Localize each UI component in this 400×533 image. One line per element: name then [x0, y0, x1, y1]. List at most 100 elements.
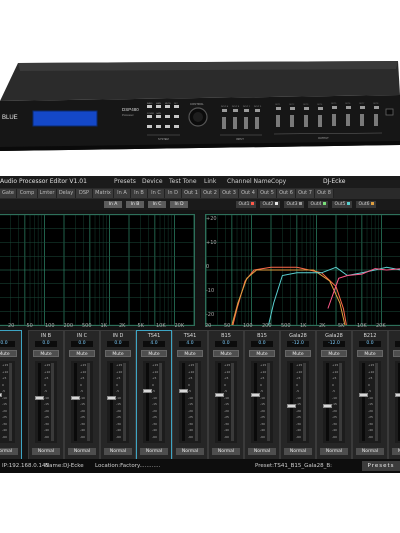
channel-gain-value[interactable]: 4.0: [179, 341, 201, 347]
channel-mute-button[interactable]: Mute: [321, 350, 347, 357]
channel-mode-button[interactable]: Normal: [104, 448, 132, 455]
channel-gain-value[interactable]: 0.0: [395, 341, 400, 347]
channel-mute-button[interactable]: Mute: [249, 350, 275, 357]
presets-button[interactable]: Presets: [362, 461, 400, 471]
channel-mute-button[interactable]: Mute: [393, 350, 400, 357]
channel-mode-button[interactable]: Normal: [0, 448, 18, 455]
output-select-5[interactable]: Out5: [332, 201, 352, 208]
channel-mode-button[interactable]: Normal: [140, 448, 168, 455]
menu-copy[interactable]: Copy: [271, 178, 286, 185]
output-select-1[interactable]: Out1: [236, 201, 256, 208]
fader-track[interactable]: [38, 363, 41, 441]
fader-track[interactable]: [218, 363, 221, 441]
channel-strip[interactable]: 0.0 Mute +15 +10 +5 0 -5 -10 -15 -20 -25 -30 -40 -60 N…: [0, 330, 22, 460]
tab-out-4[interactable]: Out 4: [239, 189, 258, 198]
channel-strip[interactable]: TS41 4.0 Mute +15 +10 +5 0 -5 -10 -15 -20 -25 -30 -40…: [136, 330, 172, 460]
channel-mode-button[interactable]: Normal: [68, 448, 96, 455]
channel-gain-value[interactable]: 0.0: [35, 341, 57, 347]
channel-mute-button[interactable]: Mute: [0, 350, 17, 357]
channel-mute-button[interactable]: Mute: [213, 350, 239, 357]
channel-strip[interactable]: Gala28 -12.0 Mute +15 +10 +5 0 -5 -10 -15 -20 -25 -3…: [280, 330, 316, 460]
channel-mode-button[interactable]: Normal: [284, 448, 312, 455]
channel-mute-button[interactable]: Mute: [285, 350, 311, 357]
tab-dsp[interactable]: DSP: [76, 189, 93, 198]
fader-handle[interactable]: [323, 403, 332, 408]
fader-track[interactable]: [146, 363, 149, 441]
channel-gain-value[interactable]: 0.0: [107, 341, 129, 347]
channel-strip[interactable]: Gala28 -12.0 Mute +15 +10 +5 0 -5 -10 -15 -20 -25 -3…: [316, 330, 352, 460]
channel-mode-button[interactable]: Normal: [176, 448, 204, 455]
fader-handle[interactable]: [359, 392, 368, 397]
fader-handle[interactable]: [35, 396, 44, 401]
tab-out-2[interactable]: Out 2: [201, 189, 220, 198]
fader-track[interactable]: [326, 363, 329, 441]
tab-out-7[interactable]: Out 7: [296, 189, 315, 198]
channel-mute-button[interactable]: Mute: [141, 350, 167, 357]
channel-mode-button[interactable]: Normal: [248, 448, 276, 455]
channel-mute-button[interactable]: Mute: [357, 350, 383, 357]
fader-handle[interactable]: [215, 392, 224, 397]
fader-handle[interactable]: [395, 392, 400, 397]
tab-out-6[interactable]: Out 6: [277, 189, 296, 198]
channel-mode-button[interactable]: Normal: [320, 448, 348, 455]
tab-out-8[interactable]: Out 8: [315, 189, 334, 198]
channel-gain-value[interactable]: 0.0: [0, 341, 15, 347]
fader-track[interactable]: [110, 363, 113, 441]
channel-strip[interactable]: TS41 4.0 Mute +15 +10 +5 0 -5 -10 -15 -20 -25 -30 -40…: [172, 330, 208, 460]
tab-out-3[interactable]: Out 3: [220, 189, 239, 198]
channel-gain-value[interactable]: 0.0: [251, 341, 273, 347]
output-select-6[interactable]: Out6: [356, 201, 376, 208]
output-select-4[interactable]: Out4: [308, 201, 328, 208]
tab-comp[interactable]: Comp: [17, 189, 38, 198]
output-select-2[interactable]: Out2: [260, 201, 280, 208]
channel-strip[interactable]: B15 0.0 Mute +15 +10 +5 0 -5 -10 -15 -20 -25 -30 -40 -…: [244, 330, 280, 460]
fader-track[interactable]: [74, 363, 77, 441]
channel-mute-button[interactable]: Mute: [69, 350, 95, 357]
menu-test-tone[interactable]: Test Tone: [169, 178, 197, 185]
channel-strip[interactable]: B2 0.0 Mute +15+10+50-5-10-15-20-25-30-40-6…: [388, 330, 400, 460]
channel-strip[interactable]: IN C 0.0 Mute +15 +10 +5 0 -5 -10 -15 -20 -25 -30 -40…: [64, 330, 100, 460]
channel-gain-value[interactable]: -12.0: [287, 341, 309, 347]
menu-channel-name[interactable]: Channel Name: [227, 178, 271, 185]
input-select-d[interactable]: In D: [170, 201, 188, 208]
fader-handle[interactable]: [71, 396, 80, 401]
tab-matrix[interactable]: Matrix: [93, 189, 114, 198]
tab-out-5[interactable]: Out 5: [258, 189, 277, 198]
channel-mute-button[interactable]: Mute: [33, 350, 59, 357]
output-select-3[interactable]: Out3: [284, 201, 304, 208]
channel-strip[interactable]: IN D 0.0 Mute +15 +10 +5 0 -5 -10 -15 -20 -25 -30 -40…: [100, 330, 136, 460]
input-select-c[interactable]: In C: [148, 201, 166, 208]
input-response-graph[interactable]: [0, 214, 195, 326]
fader-track[interactable]: [362, 363, 365, 441]
channel-strip[interactable]: B15 0.0 Mute +15 +10 +5 0 -5 -10 -15 -20 -25 -30 -40 -…: [208, 330, 244, 460]
fader-handle[interactable]: [179, 388, 188, 393]
channel-mode-button[interactable]: Normal: [212, 448, 240, 455]
channel-strip[interactable]: IN B 0.0 Mute +15 +10 +5 0 -5 -10 -15 -20 -25 -30 -40…: [28, 330, 64, 460]
tab-in-c[interactable]: In C: [148, 189, 165, 198]
channel-mode-button[interactable]: Normal: [392, 448, 400, 455]
tab-gate[interactable]: Gate: [0, 189, 17, 198]
menu-presets[interactable]: Presets: [114, 178, 136, 185]
fader-track[interactable]: [290, 363, 293, 441]
channel-gain-value[interactable]: -12.0: [323, 341, 345, 347]
fader-track[interactable]: [182, 363, 185, 441]
fader-handle[interactable]: [287, 403, 296, 408]
fader-handle[interactable]: [251, 392, 260, 397]
fader-handle[interactable]: [0, 392, 2, 397]
tab-delay[interactable]: Delay: [57, 189, 76, 198]
fader-handle[interactable]: [107, 396, 116, 401]
output-response-graph[interactable]: [205, 214, 400, 326]
menu-link[interactable]: Link: [204, 178, 216, 185]
channel-mode-button[interactable]: Normal: [356, 448, 384, 455]
tab-out-1[interactable]: Out 1: [182, 189, 201, 198]
channel-mute-button[interactable]: Mute: [105, 350, 131, 357]
input-select-b[interactable]: In B: [126, 201, 144, 208]
tab-in-a[interactable]: In A: [114, 189, 131, 198]
channel-mute-button[interactable]: Mute: [177, 350, 203, 357]
channel-mode-button[interactable]: Normal: [32, 448, 60, 455]
channel-gain-value[interactable]: 0.0: [71, 341, 93, 347]
menu-device[interactable]: Device: [142, 178, 163, 185]
tab-in-d[interactable]: In D: [165, 189, 182, 198]
fader-track[interactable]: [254, 363, 257, 441]
channel-gain-value[interactable]: 4.0: [143, 341, 165, 347]
